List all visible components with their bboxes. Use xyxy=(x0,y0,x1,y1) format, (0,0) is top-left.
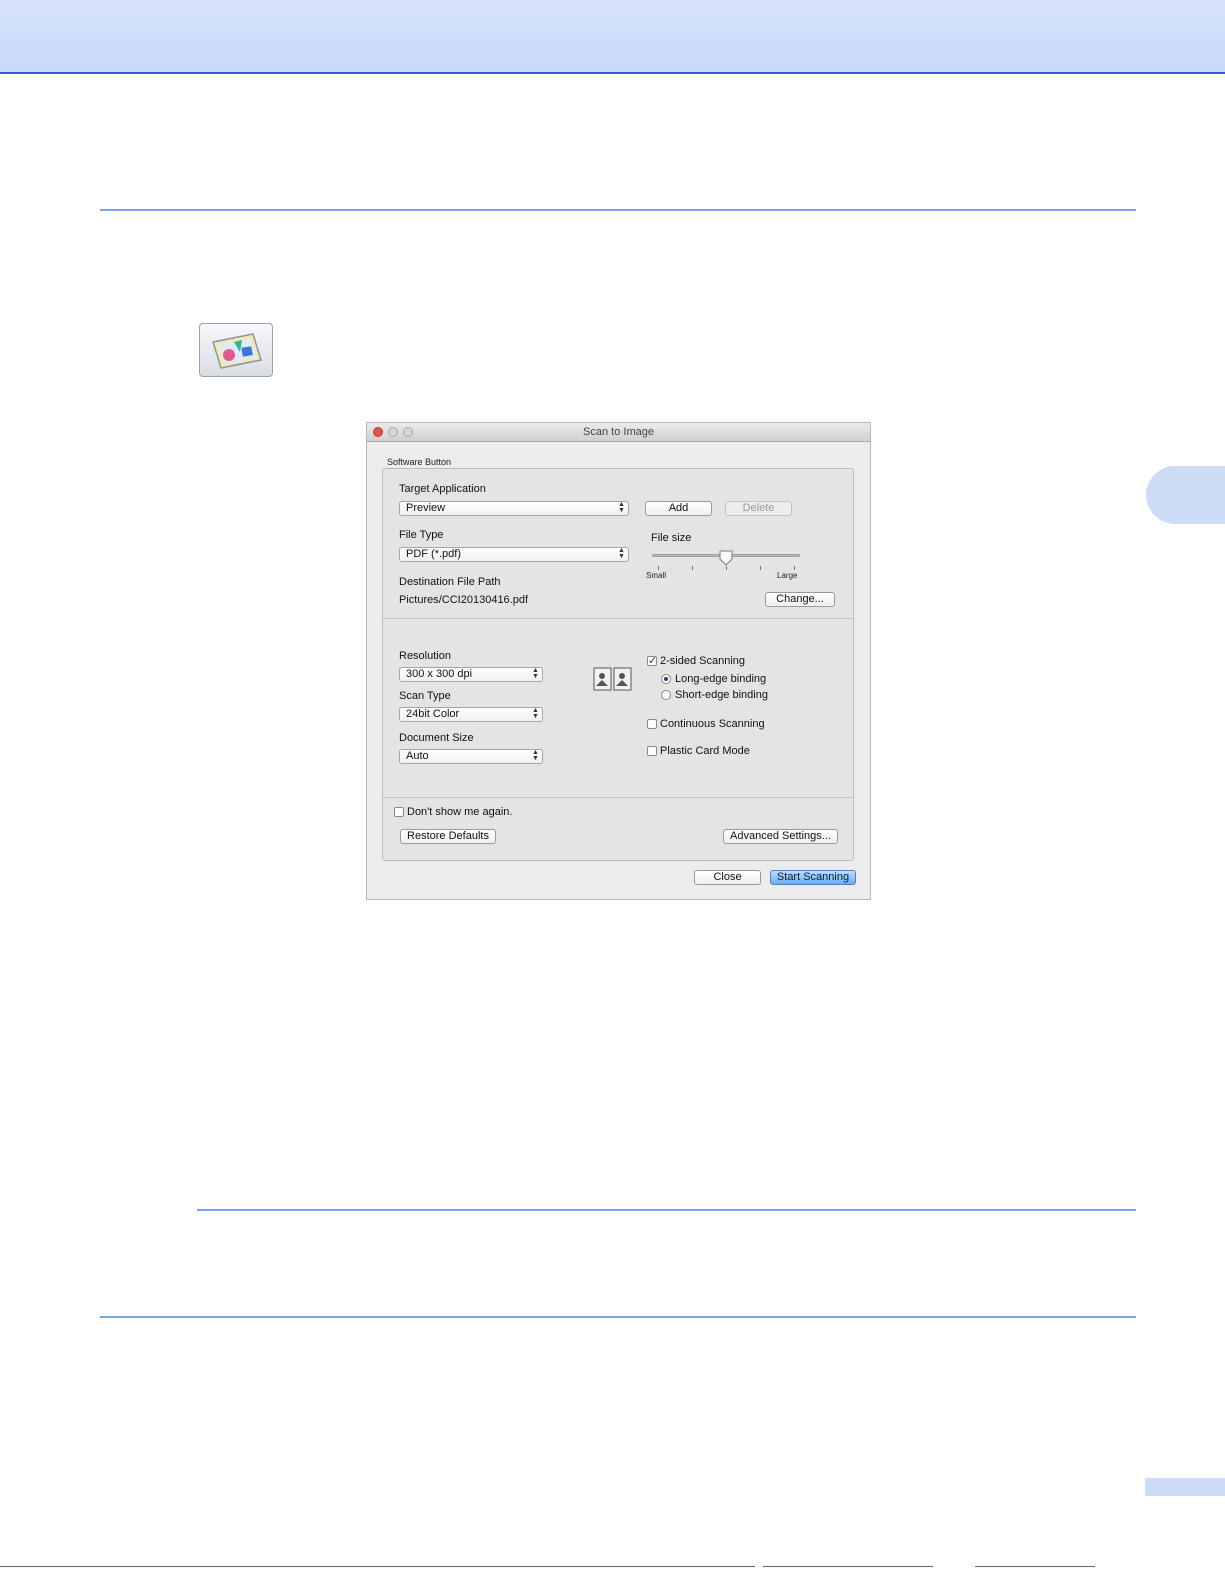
restore-defaults-button[interactable]: Restore Defaults xyxy=(400,829,496,844)
window-zoom-icon[interactable] xyxy=(403,427,413,437)
destination-path-label: Destination File Path xyxy=(399,576,501,588)
section-rule-bottom xyxy=(100,1316,1136,1318)
two-sided-scanning-checkbox[interactable]: ✓ xyxy=(647,655,658,667)
document-size-value: Auto xyxy=(406,750,429,762)
scan-type-value: 24bit Color xyxy=(406,708,460,720)
window-minimize-icon[interactable] xyxy=(388,427,398,437)
note-rule xyxy=(197,1209,1136,1211)
file-size-large-label: Large xyxy=(777,571,798,580)
plastic-card-mode-label: Plastic Card Mode xyxy=(660,745,750,757)
file-size-slider-thumb[interactable] xyxy=(719,550,733,566)
scan-to-image-icon[interactable] xyxy=(199,323,273,377)
dont-show-again-label: Don't show me again. xyxy=(407,806,513,818)
file-size-small-label: Small xyxy=(646,571,667,580)
separator xyxy=(383,797,853,798)
slider-tick xyxy=(760,566,761,570)
scan-type-label: Scan Type xyxy=(399,690,451,702)
destination-path-value: Pictures/CCI20130416.pdf xyxy=(399,594,529,606)
plastic-card-mode-checkbox[interactable] xyxy=(647,746,657,756)
slider-tick xyxy=(794,566,795,570)
footer-line-right xyxy=(763,1566,933,1567)
dont-show-again-checkbox[interactable] xyxy=(394,807,404,817)
target-application-value: Preview xyxy=(406,502,446,514)
footer-line-far-right xyxy=(975,1566,1095,1567)
long-edge-binding-label: Long-edge binding xyxy=(675,673,767,685)
page-header-band xyxy=(0,0,1225,74)
resolution-value: 300 x 300 dpi xyxy=(406,668,473,680)
scan-type-select[interactable]: 24bit Color ▲ ▼ xyxy=(399,707,543,722)
slider-tick xyxy=(692,566,693,570)
slider-tick xyxy=(658,566,659,570)
start-scanning-button[interactable]: Start Scanning xyxy=(770,870,856,885)
popup-arrows-icon: ▲ ▼ xyxy=(618,547,625,560)
scan-to-image-dialog: Scan to Image Software Button Target App… xyxy=(366,422,871,900)
file-size-label: File size xyxy=(651,532,692,544)
popup-arrows-icon: ▲ ▼ xyxy=(532,707,539,720)
group-label: Software Button xyxy=(387,457,452,467)
target-application-select[interactable]: Preview ▲ ▼ xyxy=(399,501,629,516)
change-path-button[interactable]: Change... xyxy=(765,592,835,607)
file-type-select[interactable]: PDF (*.pdf) ▲ ▼ xyxy=(399,547,629,562)
short-edge-binding-radio[interactable] xyxy=(661,690,671,700)
two-sided-scanning-label: 2-sided Scanning xyxy=(660,655,746,667)
duplex-binding-icon xyxy=(593,667,632,691)
long-edge-binding-radio[interactable] xyxy=(661,674,671,684)
chapter-tab xyxy=(1146,466,1225,524)
add-button[interactable]: Add xyxy=(645,501,712,516)
target-application-label: Target Application xyxy=(399,483,486,495)
popup-arrows-icon: ▲ ▼ xyxy=(532,749,539,762)
popup-arrows-icon: ▲ ▼ xyxy=(618,501,625,514)
advanced-settings-button[interactable]: Advanced Settings... xyxy=(723,829,838,844)
document-size-select[interactable]: Auto ▲ ▼ xyxy=(399,749,543,764)
resolution-select[interactable]: 300 x 300 dpi ▲ ▼ xyxy=(399,667,543,682)
page-number-tab xyxy=(1145,1478,1225,1496)
section-rule-top xyxy=(100,209,1136,211)
software-button-group xyxy=(382,468,854,861)
window-close-icon[interactable] xyxy=(373,427,383,437)
footer-line xyxy=(0,1566,755,1567)
dialog-titlebar: Scan to Image xyxy=(367,423,870,442)
image-icon xyxy=(212,333,262,369)
resolution-label: Resolution xyxy=(399,650,451,662)
file-type-value: PDF (*.pdf) xyxy=(406,548,462,560)
check-mark-icon: ✓ xyxy=(648,655,658,667)
delete-button[interactable]: Delete xyxy=(725,501,792,516)
separator xyxy=(383,618,853,619)
popup-arrows-icon: ▲ ▼ xyxy=(532,667,539,680)
short-edge-binding-label: Short-edge binding xyxy=(675,689,768,701)
continuous-scanning-checkbox[interactable] xyxy=(647,719,657,729)
continuous-scanning-label: Continuous Scanning xyxy=(660,718,765,730)
radio-selected-dot xyxy=(664,677,668,681)
close-button[interactable]: Close xyxy=(694,870,761,885)
slider-tick xyxy=(726,566,727,570)
dialog-title: Scan to Image xyxy=(583,426,654,438)
document-size-label: Document Size xyxy=(399,732,474,744)
file-type-label: File Type xyxy=(399,529,444,541)
